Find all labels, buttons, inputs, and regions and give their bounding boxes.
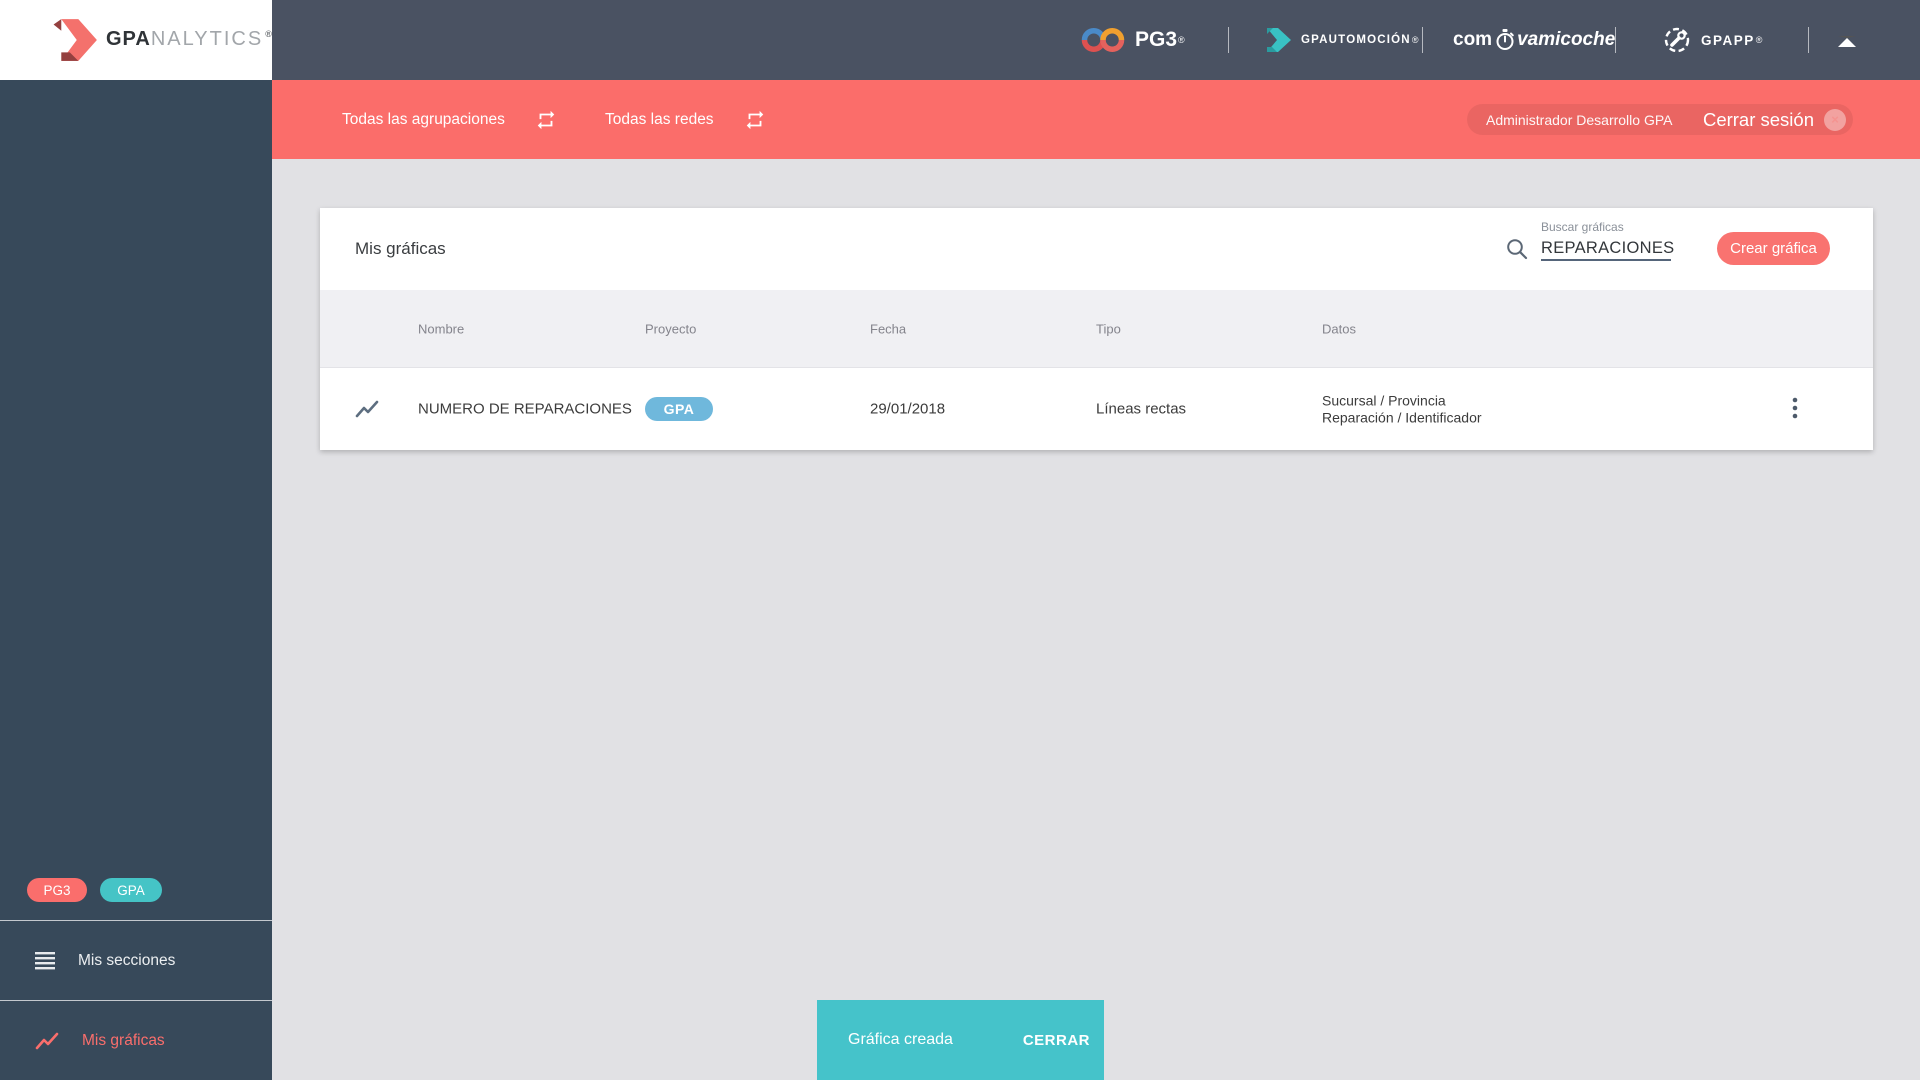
chart-line-icon	[35, 1032, 59, 1049]
search-input-label: Buscar gráficas	[1541, 220, 1624, 234]
gpautomocion-logo[interactable]: GPAUTOMOCIÓN ®	[1263, 0, 1418, 80]
snackbar-close-button[interactable]: CERRAR	[1023, 1032, 1090, 1049]
snackbar-message: Gráfica creada	[848, 1031, 953, 1048]
column-header-tipo: Tipo	[1096, 321, 1121, 336]
page-title: Mis gráficas	[355, 239, 446, 258]
row-date: 29/01/2018	[870, 400, 946, 418]
user-session-pill: Administrador Desarrollo GPA Cerrar sesi…	[1467, 104, 1853, 135]
table-row[interactable]: NUMERO DE REPARACIONES GPA 29/01/2018 Lí…	[320, 368, 1873, 450]
sidebar: PG3 GPA Mis secciones Mis gráficas	[0, 80, 272, 1080]
pg3-badge: PG3	[27, 878, 87, 902]
chart-line-icon	[355, 400, 379, 418]
vertical-dots-icon	[1792, 397, 1798, 418]
column-header-proyecto: Proyecto	[645, 321, 697, 336]
comprovamicoche-logo[interactable]: com vamicoche	[1453, 0, 1615, 80]
sidebar-item-mis-graficas[interactable]: Mis gráficas	[0, 1000, 272, 1080]
search-icon	[1507, 239, 1528, 260]
gpapp-gauge-wrench-icon	[1664, 27, 1690, 53]
gpapp-logo[interactable]: GPAPP ®	[1662, 0, 1762, 80]
column-header-nombre: Nombre	[418, 321, 465, 336]
header-divider	[1422, 27, 1423, 53]
networks-selector[interactable]: Todas las redes	[605, 80, 766, 159]
filter-bar: Todas las agrupaciones Todas las redes A…	[272, 80, 1920, 159]
main-content: Mis gráficas Buscar gráficas REPARACIONE…	[272, 159, 1920, 1080]
pg3-infinity-icon	[1081, 28, 1125, 52]
header-divider	[1228, 27, 1229, 53]
header-divider	[1615, 27, 1616, 53]
gpanalytics-logo[interactable]: GPANALYTICS ®	[0, 0, 272, 80]
create-chart-button[interactable]: Crear gráfica	[1717, 232, 1830, 265]
current-user-label: Administrador Desarrollo GPA	[1486, 111, 1673, 128]
logout-icon[interactable]: ×	[1824, 108, 1846, 131]
row-type: Líneas rectas	[1096, 400, 1187, 418]
top-header: GPANALYTICS ® PG3 ® GPAUTOMOCIÓN ® com v…	[0, 0, 1920, 80]
swap-icon[interactable]	[744, 109, 766, 131]
gpanalytics-wordmark: GPANALYTICS ®	[106, 28, 273, 50]
column-header-fecha: Fecha	[870, 321, 907, 336]
stopwatch-icon	[1496, 29, 1514, 50]
column-header-datos: Datos	[1322, 321, 1356, 336]
charts-card: Mis gráficas Buscar gráficas REPARACIONE…	[320, 208, 1873, 450]
groupings-label: Todas las agrupaciones	[342, 110, 505, 128]
row-datos: Sucursal / Provincia Reparación / Identi…	[1322, 392, 1482, 426]
snackbar: Gráfica creada CERRAR	[817, 1000, 1104, 1080]
header-divider	[1808, 27, 1809, 53]
sidebar-badges: PG3 GPA	[27, 878, 162, 902]
search-input-value: REPARACIONES	[1541, 238, 1675, 257]
gpa-badge: GPA	[100, 878, 162, 902]
sidebar-item-mis-secciones[interactable]: Mis secciones	[0, 920, 272, 1000]
networks-label: Todas las redes	[605, 110, 714, 128]
project-badge: GPA	[645, 397, 713, 421]
groupings-selector[interactable]: Todas las agrupaciones	[342, 80, 557, 159]
collapse-header-button[interactable]	[1838, 36, 1856, 47]
card-header: Mis gráficas Buscar gráficas REPARACIONE…	[320, 208, 1873, 290]
sections-list-icon	[35, 951, 55, 969]
row-name: NUMERO DE REPARACIONES	[418, 400, 632, 418]
gpanalytics-arrow-icon	[53, 19, 97, 61]
table-header: Nombre Proyecto Fecha Tipo Datos	[320, 290, 1873, 368]
logout-button[interactable]: Cerrar sesión	[1703, 109, 1814, 131]
pg3-logo[interactable]: PG3 ®	[1080, 0, 1185, 80]
search-input[interactable]: Buscar gráficas REPARACIONES	[1541, 220, 1674, 261]
swap-icon[interactable]	[535, 109, 557, 131]
gpautomocion-arrow-icon	[1267, 28, 1291, 52]
app-root: GPANALYTICS ® PG3 ® GPAUTOMOCIÓN ® com v…	[0, 0, 1920, 1080]
row-menu-button[interactable]	[1778, 392, 1812, 426]
